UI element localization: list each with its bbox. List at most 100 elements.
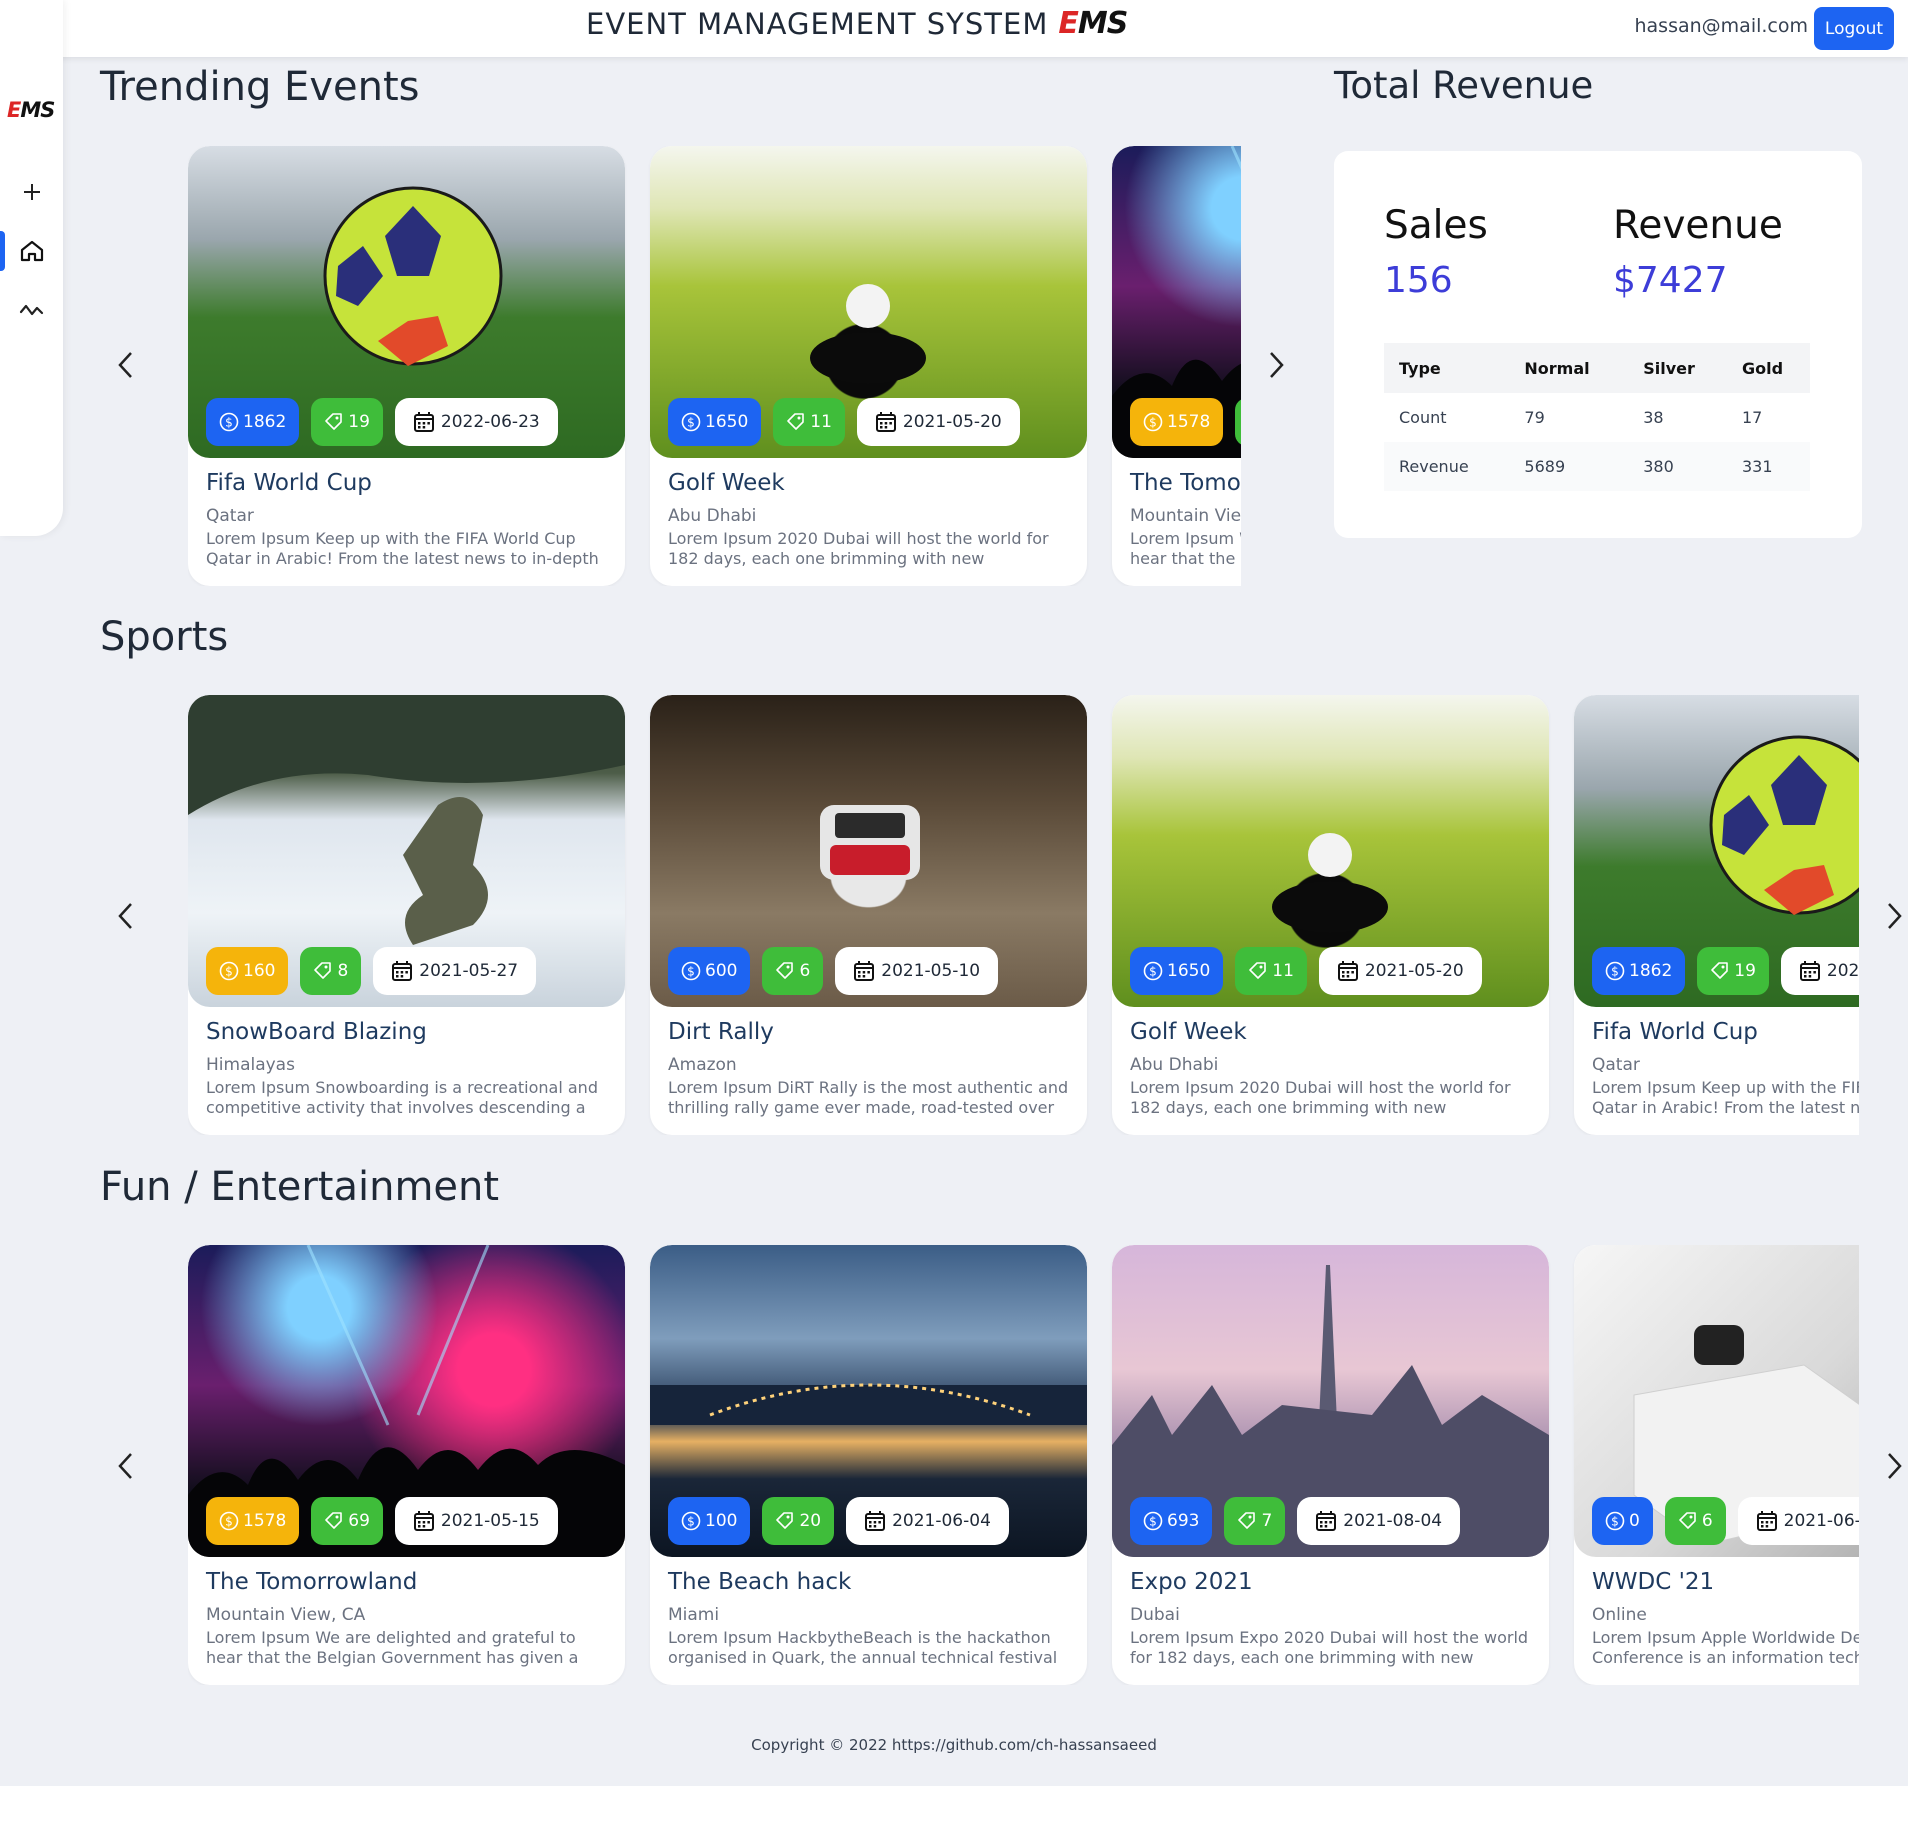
tickets-value: 11 [1272,961,1294,981]
fun-prev-arrow[interactable] [108,1443,144,1489]
date-badge: 2021-06-04 [846,1497,1009,1545]
event-title[interactable]: Golf Week [1130,1019,1247,1045]
price-value: 600 [705,961,738,981]
event-description: Lorem Ipsum HackbytheBeach is the hackat… [668,1628,1058,1667]
date-badge: 2021-05-15 [394,1497,558,1545]
event-title[interactable]: WWDC '21 [1592,1569,1714,1595]
event-badges: $1862 19 2022-06-23 [206,398,558,446]
date-value: 2021-06-04 [892,1511,991,1531]
table-cell: Revenue [1384,442,1510,491]
col-normal: Normal [1509,343,1629,393]
event-description: Lorem Ipsum Keep up with the FIFA World … [1592,1078,1859,1117]
event-badges: $1650 11 2021-05-20 [1130,947,1482,995]
date-value: 2021-05-27 [419,961,519,981]
price-badge: $1578 [206,1497,300,1545]
event-title[interactable]: SnowBoard Blazing [206,1019,427,1045]
event-badges: $160 8 2021-05-27 [206,947,537,995]
event-card[interactable]: $693 7 2021-08-04 Expo 2021 Dubai Lorem Ipsum… [1112,1245,1549,1685]
date-badge: 2021-05-27 [373,947,537,995]
event-card[interactable]: $1650 11 2021-05-20 Golf Week Abu Dhabi Lorem… [650,146,1087,586]
svg-text:$: $ [687,416,695,430]
tickets-value: 11 [810,412,832,432]
date-badge: 2021-08-04 [1297,1497,1461,1545]
sports-prev-arrow[interactable] [108,893,144,939]
price-value: 693 [1167,1511,1200,1531]
event-card[interactable]: $160 8 2021-05-27 SnowBoard Blazing Himalaya… [188,695,625,1135]
event-title[interactable]: Golf Week [668,470,785,496]
sidebar: EMS [0,0,63,536]
trending-carousel: $1862 19 2022-06-23 Fifa World Cup Qatar Lore… [188,146,1241,586]
activity-icon [19,304,43,316]
svg-text:$: $ [687,965,695,979]
event-location: Mountain View, CA [206,1605,366,1625]
event-badges: $0 6 2021-06-07 [1592,1497,1859,1545]
event-badges: $1578692021-05-15 [1130,398,1241,446]
event-card[interactable]: $1862 19 2022-06-23 Fifa World Cup Qatar Lore… [1574,695,1859,1135]
event-location: Abu Dhabi [668,506,757,526]
event-location: Amazon [668,1055,737,1075]
event-badges: $100 20 2021-06-04 [668,1497,1009,1545]
event-title[interactable]: Dirt Rally [668,1019,774,1045]
dollar-icon: $ [681,961,701,981]
sidebar-item-home[interactable] [0,228,63,274]
sports-next-arrow[interactable] [1876,893,1908,939]
calendar-icon [413,412,434,432]
event-location: Abu Dhabi [1130,1055,1219,1075]
calendar-icon [1316,1511,1337,1531]
event-card[interactable]: $0 6 2021-06-07 WWDC '21 Online Lorem Ipsum A… [1574,1245,1859,1685]
chevron-left-icon [118,1453,132,1479]
event-title[interactable]: Fifa World Cup [1592,1019,1758,1045]
table-cell: 380 [1628,442,1727,491]
tag-icon [325,413,343,430]
event-description: Lorem Ipsum Snowboarding is a recreation… [206,1078,598,1117]
tag-icon [1711,962,1729,979]
trending-events-title: Trending Events [100,64,420,110]
tag-icon [776,1512,794,1529]
event-title[interactable]: Fifa World Cup [206,470,372,496]
event-title[interactable]: The Tomorrowland [206,1569,417,1595]
sidebar-item-analytics[interactable] [0,286,63,332]
price-value: 0 [1629,1511,1640,1531]
calendar-icon [1337,961,1358,981]
svg-text:$: $ [1149,1515,1157,1529]
sidebar-item-add-event[interactable] [0,169,63,215]
bottom-strip [0,1786,1908,1839]
tickets-badge: 7 [1224,1497,1286,1545]
home-icon [20,240,43,262]
tickets-badge: 6 [1664,1497,1726,1545]
svg-text:$: $ [225,416,233,430]
event-title[interactable]: Expo 2021 [1130,1569,1253,1595]
total-revenue-title: Total Revenue [1334,64,1594,107]
logout-button[interactable]: Logout [1814,7,1894,50]
event-description: Lorem Ipsum We are delighted and gratefu… [1130,529,1241,568]
price-badge: $1578 [1130,398,1224,446]
event-description: Lorem Ipsum DiRT Rally is the most authe… [668,1078,1069,1117]
dollar-icon: $ [1605,1511,1625,1531]
event-image: $693 7 2021-08-04 [1112,1245,1549,1557]
price-value: 1862 [1629,961,1673,981]
event-card[interactable]: $1578692021-05-15The TomorrowlandMountai… [188,1245,625,1685]
date-badge: 2022-06-23 [1780,947,1859,995]
top-navbar: EVENT MANAGEMENT SYSTEM EMS hassan@mail.… [0,0,1908,57]
event-title[interactable]: The Beach hack [668,1569,851,1595]
price-value: 1650 [705,412,749,432]
trending-next-arrow[interactable] [1258,342,1294,388]
event-card[interactable]: $100 20 2021-06-04 The Beach hack Miami Lorem… [650,1245,1087,1685]
svg-text:$: $ [1611,965,1619,979]
event-card[interactable]: $1862 19 2022-06-23 Fifa World Cup Qatar Lore… [188,146,625,586]
trending-prev-arrow[interactable] [108,342,144,388]
tickets-value: 20 [799,1511,822,1531]
tag-icon [314,962,332,979]
col-gold: Gold [1726,343,1810,393]
event-card[interactable]: $1650 11 2021-05-20 Golf Week Abu Dhabi Lorem… [1112,695,1549,1135]
brand: EVENT MANAGEMENT SYSTEM EMS [586,6,1128,41]
date-badge: 2022-06-23 [394,398,558,446]
price-badge: $0 [1592,1497,1653,1545]
event-card[interactable]: $600 6 2021-05-10 Dirt Rally Amazon Lorem Ips… [650,695,1087,1135]
event-title[interactable]: The Tomorrowland [1130,470,1241,496]
table-row: Count 79 38 17 [1384,393,1810,442]
event-card[interactable]: $1578692021-05-15The TomorrowlandMountai… [1112,146,1241,586]
fun-next-arrow[interactable] [1876,1443,1908,1489]
event-image: $1862 19 2022-06-23 [188,146,625,458]
svg-text:$: $ [1149,416,1157,430]
